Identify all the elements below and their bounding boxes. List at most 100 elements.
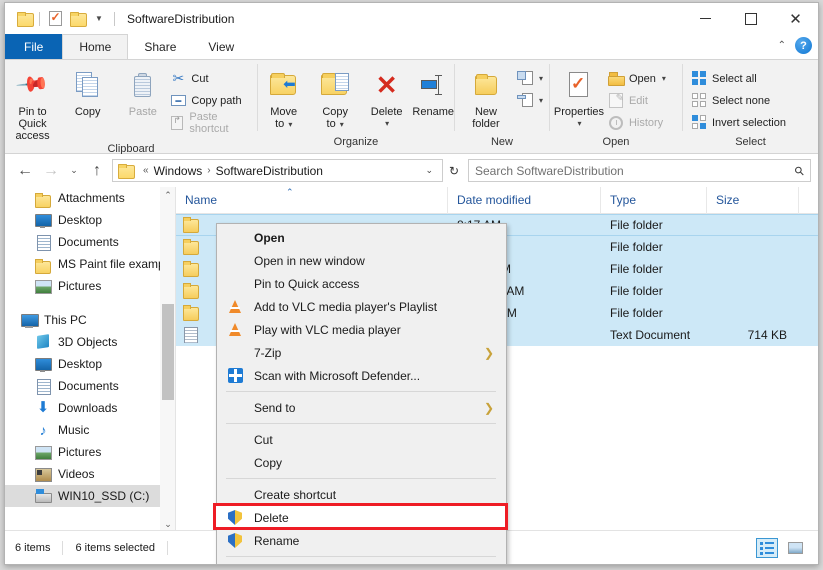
tab-file[interactable]: File: [5, 34, 63, 59]
nav-item-music[interactable]: ♪ Music: [5, 419, 176, 441]
rename-button[interactable]: Rename: [412, 66, 454, 118]
nav-item-pictures-pc[interactable]: Pictures: [5, 441, 176, 463]
nav-item-desktop[interactable]: Desktop: [5, 209, 176, 231]
qat-customize-dropdown-icon[interactable]: ▼: [88, 8, 110, 30]
up-button[interactable]: ↑: [84, 159, 110, 183]
menu-item-properties[interactable]: Properties: [217, 561, 506, 564]
ribbon-group-clipboard: 📌 Pin to Quick access Copy Paste ✂ Cut ▬…: [5, 60, 257, 155]
button-label: Select none: [712, 94, 771, 107]
menu-item-create-shortcut[interactable]: Create shortcut: [217, 483, 506, 506]
menu-item-cut[interactable]: Cut: [217, 428, 506, 451]
no-icon: [225, 230, 245, 246]
tab-share[interactable]: Share: [128, 34, 192, 59]
large-icons-view-button[interactable]: [784, 538, 806, 558]
cell-type: File folder: [610, 262, 663, 276]
breadcrumb-bar[interactable]: « Windows › SoftwareDistribution ⌄: [112, 159, 443, 182]
paste-shortcut-button[interactable]: Paste shortcut: [170, 111, 257, 135]
menu-item-add-to-vlc-playlist[interactable]: Add to VLC media player's Playlist: [217, 295, 506, 318]
breadcrumb-overflow[interactable]: «: [143, 165, 149, 176]
nav-item-documents[interactable]: Documents: [5, 231, 176, 253]
new-item-button[interactable]: ▾: [516, 69, 549, 88]
menu-item-play-with-vlc[interactable]: Play with VLC media player: [217, 318, 506, 341]
menu-item-7-zip[interactable]: 7-Zip ❯: [217, 341, 506, 364]
delete-button[interactable]: ✕ Delete ▾: [361, 66, 412, 130]
column-header-name[interactable]: Name ⌃: [176, 186, 448, 214]
minimize-button[interactable]: [683, 3, 728, 34]
menu-item-open[interactable]: Open: [217, 226, 506, 249]
chevron-down-icon[interactable]: ▾: [385, 118, 389, 130]
nav-item-3d-objects[interactable]: 3D Objects: [5, 331, 176, 353]
select-all-button[interactable]: Select all: [691, 69, 792, 88]
nav-item-attachments[interactable]: Attachments: [5, 187, 176, 209]
column-header-date-modified[interactable]: Date modified: [448, 186, 601, 214]
refresh-button[interactable]: ↻: [443, 159, 465, 182]
menu-item-pin-to-quick-access[interactable]: Pin to Quick access: [217, 272, 506, 295]
search-icon[interactable]: ⚲: [792, 162, 808, 178]
move-to-button[interactable]: ⬅ Move to ▾: [258, 66, 309, 131]
chevron-down-icon[interactable]: ▾: [662, 74, 666, 83]
chevron-down-icon[interactable]: ▾: [539, 74, 543, 83]
breadcrumb-softwaredistribution[interactable]: SoftwareDistribution: [216, 164, 323, 178]
chevron-down-icon[interactable]: ▾: [539, 96, 543, 105]
context-menu: Open Open in new window Pin to Quick acc…: [213, 223, 508, 564]
scroll-up-icon[interactable]: ⌃: [164, 187, 172, 203]
recent-locations-button[interactable]: ⌄: [64, 159, 84, 183]
invert-selection-button[interactable]: Invert selection: [691, 113, 792, 132]
nav-item-pictures[interactable]: Pictures: [5, 275, 176, 297]
nav-item-documents-pc[interactable]: Documents: [5, 375, 176, 397]
column-header-size[interactable]: Size: [707, 186, 799, 214]
properties-button[interactable]: ✓ Properties ▾: [550, 66, 608, 130]
button-label: Edit: [628, 94, 648, 107]
chevron-up-icon[interactable]: ⌃: [778, 40, 786, 51]
nav-item-downloads[interactable]: ⬇ Downloads: [5, 397, 176, 419]
menu-item-scan-with-microsoft-defender[interactable]: Scan with Microsoft Defender...: [217, 364, 506, 387]
paste-button[interactable]: Paste: [115, 66, 170, 118]
menu-item-delete[interactable]: Delete: [213, 503, 508, 530]
menu-item-copy[interactable]: Copy: [217, 451, 506, 474]
chevron-down-icon[interactable]: ▾: [577, 118, 581, 130]
nav-item-videos[interactable]: Videos: [5, 463, 176, 485]
desktop-icon: [35, 212, 52, 228]
copy-path-button[interactable]: ▬ Copy path: [170, 91, 257, 110]
close-button[interactable]: ✕: [773, 3, 818, 34]
menu-item-rename[interactable]: Rename: [217, 529, 506, 552]
copy-button[interactable]: Copy: [60, 66, 115, 118]
select-none-button[interactable]: Select none: [691, 91, 792, 110]
menu-item-open-in-new-window[interactable]: Open in new window: [217, 249, 506, 272]
edit-button[interactable]: Edit: [608, 91, 672, 110]
open-button[interactable]: Open ▾: [607, 69, 672, 88]
history-button[interactable]: History: [608, 113, 672, 132]
group-label-open: Open: [602, 136, 630, 148]
new-folder-button[interactable]: New folder: [455, 66, 517, 130]
folder-icon: [35, 258, 51, 274]
menu-item-send-to[interactable]: Send to ❯: [217, 396, 506, 419]
qat-properties-icon[interactable]: [44, 8, 66, 30]
clipboard-small-commands: ✂ Cut ▬ Copy path Paste shortcut: [170, 66, 257, 135]
qat-new-folder-icon[interactable]: [66, 8, 88, 30]
back-button[interactable]: ←: [12, 159, 38, 183]
cut-button[interactable]: ✂ Cut: [170, 69, 257, 88]
pin-to-quick-access-button[interactable]: 📌 Pin to Quick access: [5, 66, 60, 142]
breadcrumb-windows[interactable]: Windows: [154, 164, 203, 178]
help-icon[interactable]: ?: [795, 37, 812, 54]
search-box[interactable]: Search SoftwareDistribution ⚲: [468, 159, 811, 182]
column-header-type[interactable]: Type: [601, 186, 707, 214]
forward-button[interactable]: →: [38, 159, 64, 183]
nav-item-win10-ssd-c[interactable]: WIN10_SSD (C:): [5, 485, 176, 507]
divider: [62, 540, 64, 555]
tab-home[interactable]: Home: [62, 34, 129, 59]
divider: [166, 540, 168, 555]
path-dropdown-icon[interactable]: ⌄: [419, 165, 439, 176]
details-view-button[interactable]: [756, 537, 778, 558]
scrollbar-thumb[interactable]: [162, 304, 174, 400]
copy-to-button[interactable]: Copy to ▾: [309, 66, 360, 131]
maximize-button[interactable]: [728, 3, 773, 34]
navpane-scrollbar[interactable]: ⌃ ⌄: [160, 187, 176, 532]
tab-view[interactable]: View: [192, 34, 250, 59]
nav-item-ms-paint-file-examples[interactable]: MS Paint file examp: [5, 253, 176, 275]
qat-folder-icon[interactable]: [13, 8, 35, 30]
easy-access-button[interactable]: ▾: [516, 91, 549, 110]
nav-item-label: 3D Objects: [58, 335, 118, 349]
nav-item-this-pc[interactable]: This PC: [5, 309, 176, 331]
nav-item-desktop-pc[interactable]: Desktop: [5, 353, 176, 375]
